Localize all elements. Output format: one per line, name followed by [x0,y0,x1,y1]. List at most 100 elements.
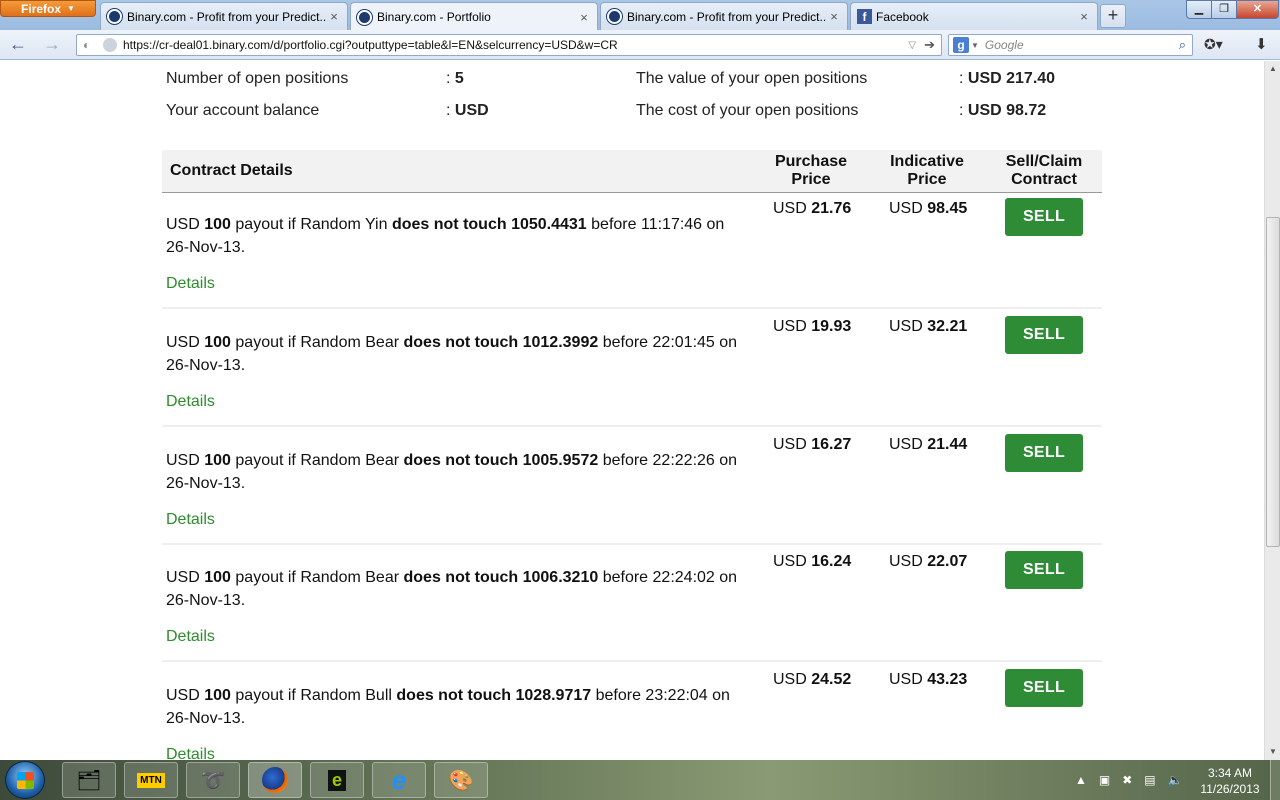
vertical-scrollbar[interactable]: ▲ ▼ [1264,61,1280,760]
indicative-price: USD 98.45 [889,200,967,218]
details-link[interactable]: Details [166,393,215,411]
url-text[interactable]: https://cr-deal01.binary.com/d/portfolio… [123,38,908,52]
open-positions-row: : 5 [446,70,464,88]
account-balance-value: USD [454,102,489,119]
details-link[interactable]: Details [166,511,215,529]
instrument-name: Random Bear [300,569,400,586]
airtel-icon[interactable]: ➰ [186,762,240,798]
sell-button[interactable]: SELL [1005,669,1083,707]
details-link[interactable]: Details [166,628,215,646]
network-warning-icon[interactable]: ✖ [1122,773,1132,787]
sell-button[interactable]: SELL [1005,316,1083,354]
expiry-time: 22:22:26 [652,452,715,469]
expiry-date: 26-Nov-13. [166,592,246,609]
header-text: Contract [1011,171,1077,188]
barrier-value: 1006.3210 [522,569,599,586]
tab-facebook[interactable]: f Facebook × [850,2,1098,30]
internet-explorer-icon[interactable]: e [372,762,426,798]
purchase-price: USD 19.93 [773,318,851,336]
expiry-time: 22:01:45 [652,334,715,351]
url-bar[interactable]: ◐ https://cr-deal01.binary.com/d/portfol… [76,34,942,56]
system-clock[interactable]: 3:34 AM 11/26/2013 [1195,765,1265,797]
windows-logo-icon [17,772,34,789]
currency: USD [773,553,807,570]
payout-amount: 100 [204,334,231,351]
on-text: on [719,452,738,469]
go-arrow-icon[interactable]: ➔ [924,37,935,53]
firefox-icon[interactable] [248,762,302,798]
forward-arrow-icon[interactable]: → [40,34,64,56]
purchase-price-value: 19.93 [811,318,852,335]
contract-description: USD 100 payout if Random Bear does not t… [166,331,746,377]
close-icon[interactable]: × [327,9,341,24]
maximize-button[interactable]: ❐ [1211,0,1237,19]
account-balance-row: : USD [446,102,489,120]
open-positions-label: Number of open positions [166,70,349,87]
downloads-icon[interactable]: ⬇ [1255,35,1268,53]
chevron-down-icon: ▼ [67,4,75,13]
minimize-button[interactable]: ▁ [1186,0,1212,19]
instrument-name: Random Bear [300,452,400,469]
indicative-price: USD 21.44 [889,436,967,454]
tab-binary-home-1[interactable]: Binary.com - Profit from your Predict...… [100,2,348,30]
file-explorer-icon[interactable]: 🗂 [62,762,116,798]
currency: USD [773,318,807,335]
tab-binary-home-2[interactable]: Binary.com - Profit from your Predict...… [600,2,848,30]
search-input[interactable]: Google [985,38,1179,52]
on-text: on [712,687,730,704]
barrier-value: 1028.9717 [515,687,592,704]
url-history-dropdown-icon[interactable]: ▽ [908,40,916,51]
details-link[interactable]: Details [166,275,215,293]
facebook-favicon-icon: f [857,9,872,24]
sell-button[interactable]: SELL [1005,198,1083,236]
currency: USD [889,200,923,217]
paint-icon[interactable]: 🎨 [434,762,488,798]
network-icon[interactable]: ▤ [1144,773,1155,787]
binary-favicon-icon [107,9,122,24]
windows-taskbar: 🗂 MTN ➰ e e 🎨 ▲ ▣ ✖ ▤ 🔈 3:34 AM 11/26/20… [0,760,1280,800]
device-icon[interactable]: ▣ [1099,773,1110,787]
account-balance-label: Your account balance [166,102,320,119]
back-arrow-icon[interactable]: ← [6,34,30,56]
separator: : [959,70,964,87]
contract-condition: does not touch [403,569,519,586]
search-icon[interactable]: ⌕ [1179,37,1186,53]
indicative-price: USD 32.21 [889,318,967,336]
before-text: before [591,216,637,233]
window-close-button[interactable]: ✕ [1236,0,1279,19]
site-identity-icon[interactable]: ◐ [83,38,97,52]
details-link[interactable]: Details [166,746,215,760]
contract-description: USD 100 payout if Random Bear does not t… [166,566,746,612]
chevron-down-icon[interactable]: ▼ [971,41,979,50]
currency: USD [889,553,923,570]
etisalat-icon[interactable]: e [310,762,364,798]
scroll-up-arrow-icon[interactable]: ▲ [1266,61,1280,77]
bookmarks-menu-icon[interactable]: ✪▾ [1204,36,1223,53]
new-tab-button[interactable]: + [1100,4,1126,28]
payout-if-text: payout if [235,216,296,233]
firefox-menu-button[interactable]: Firefox ▼ [0,0,96,17]
indicative-price: USD 43.23 [889,671,967,689]
header-text: Price [907,171,947,188]
close-icon[interactable]: × [1077,9,1091,24]
contract-row: USD 100 payout if Random Bear does not t… [162,545,1102,662]
sell-button[interactable]: SELL [1005,434,1083,472]
volume-icon[interactable]: 🔈 [1168,773,1183,787]
contract-condition: does not touch [396,687,512,704]
search-bar[interactable]: g ▼ Google ⌕ [948,34,1193,56]
show-hidden-icons-icon[interactable]: ▲ [1075,773,1087,787]
close-icon[interactable]: × [577,10,591,25]
mtn-modem-icon[interactable]: MTN [124,762,178,798]
expiry-time: 22:24:02 [652,569,715,586]
tab-binary-portfolio[interactable]: Binary.com - Portfolio × [350,2,598,31]
show-desktop-button[interactable] [1270,760,1280,800]
start-button[interactable] [5,761,45,799]
scroll-down-arrow-icon[interactable]: ▼ [1266,744,1280,760]
sell-button[interactable]: SELL [1005,551,1083,589]
scrollbar-thumb[interactable] [1266,217,1280,547]
close-icon[interactable]: × [827,9,841,24]
open-positions-cost-label: The cost of your open positions [636,102,859,119]
google-engine-icon[interactable]: g [953,37,969,53]
currency: USD [773,436,807,453]
currency: USD [773,200,807,217]
